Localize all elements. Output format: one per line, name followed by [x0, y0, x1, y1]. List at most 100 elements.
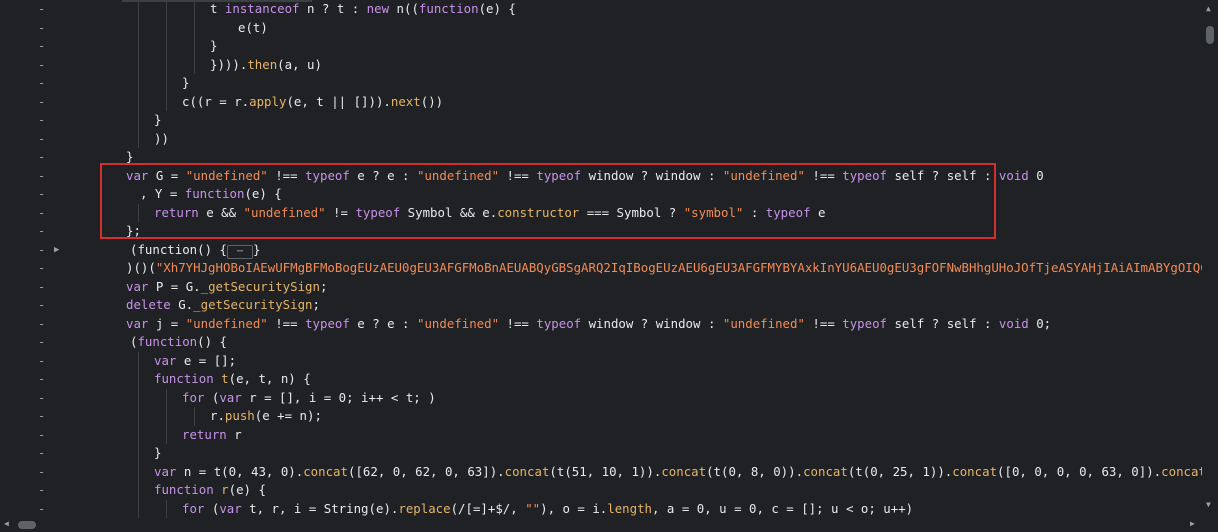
- code-token: instanceof: [224, 1, 300, 16]
- gutter-line: -: [0, 426, 62, 445]
- code-token: e(t): [238, 19, 268, 35]
- gutter-line: - ▶: [0, 241, 62, 260]
- code-token: ([62, 0, 62, 0, 63]).: [347, 463, 505, 479]
- gutter-line: -: [0, 296, 62, 315]
- gutter-line: -: [0, 74, 62, 93]
- line-marker: -: [38, 57, 46, 72]
- code-token: !==: [804, 315, 843, 331]
- gutter-line: -: [0, 167, 62, 186]
- indent-guide: [138, 425, 139, 444]
- indent-guide: [138, 129, 139, 148]
- gutter-line: -: [0, 19, 62, 38]
- horizontal-scroll-thumb[interactable]: [18, 521, 36, 529]
- indent-guide: [138, 499, 139, 518]
- code-line: (function() {: [130, 333, 227, 352]
- indent-guide: [166, 74, 167, 93]
- code-token: ), o = i.: [540, 500, 608, 516]
- code-token: (e) {: [478, 1, 516, 16]
- code-line: var n = t(0, 43, 0).concat([62, 0, 62, 0…: [154, 463, 1205, 482]
- code-token: )): [154, 130, 169, 146]
- code-token: (/[=]+$/,: [450, 500, 526, 516]
- code-token: function: [418, 1, 479, 16]
- code-line: function t(e, t, n) {: [154, 370, 311, 389]
- code-token: window ? window :: [581, 315, 723, 331]
- code-token: var: [126, 315, 149, 331]
- scroll-corner: [1204, 518, 1218, 532]
- collapsed-fold-badge[interactable]: ⋯: [226, 244, 254, 259]
- gutter-line: -: [0, 222, 62, 241]
- code-token: delete: [126, 297, 171, 312]
- gutter-line: -: [0, 148, 62, 167]
- code-token: return: [182, 426, 227, 442]
- code-token: var: [219, 500, 242, 516]
- line-marker: -: [38, 409, 46, 423]
- code-token: c((r = r.: [182, 93, 250, 109]
- gutter-line: -: [0, 37, 62, 56]
- line-marker: -: [38, 242, 46, 257]
- scroll-down-icon[interactable]: ▼: [1206, 500, 1211, 509]
- code-token: (t(0, 25, 1)).: [847, 463, 953, 479]
- line-marker: -: [38, 20, 46, 35]
- code-token: then: [247, 56, 278, 72]
- indent-guide: [166, 37, 167, 56]
- line-marker: -: [38, 279, 46, 294]
- code-token: var: [126, 278, 149, 294]
- code-token: concat: [803, 463, 848, 479]
- code-token: }: [182, 75, 190, 90]
- code-token: n = t(0, 43, 0).: [176, 463, 304, 479]
- code-line: )()("Xh7YHJgHOBoIAEwUFMgBFMoBogEUzAEU0gE…: [126, 259, 1205, 278]
- scroll-left-icon[interactable]: ◀: [4, 519, 9, 528]
- code-token: (e, t || [])).: [286, 93, 391, 109]
- code-token: }: [154, 112, 162, 127]
- gutter-line: -: [0, 204, 62, 223]
- code-line: return r: [182, 426, 242, 445]
- code-token: (e, t, n) {: [228, 371, 311, 386]
- code-token: !==: [499, 315, 537, 331]
- indent-guide: [138, 92, 139, 111]
- indent-guide: [166, 388, 167, 407]
- code-token: t: [221, 371, 229, 386]
- indent-guide: [194, 18, 195, 37]
- line-marker: -: [38, 446, 46, 460]
- line-marker: -: [38, 261, 46, 275]
- gutter-line: -: [0, 463, 62, 482]
- vertical-scrollbar[interactable]: ▲ ▼: [1202, 0, 1218, 518]
- line-marker: -: [38, 94, 46, 109]
- code-token: (e) {: [228, 482, 266, 497]
- gutter-line: -: [0, 130, 62, 149]
- code-line: var P = G._getSecuritySign;: [126, 278, 327, 297]
- code-token: "undefined": [722, 315, 805, 331]
- code-token: next: [390, 93, 421, 109]
- code-token: ;: [319, 278, 328, 294]
- code-line: }: [154, 444, 161, 463]
- scroll-up-icon[interactable]: ▲: [1206, 4, 1211, 13]
- code-line: c((r = r.apply(e, t || [])).next()): [182, 93, 443, 112]
- indent-guide: [138, 18, 139, 37]
- code-token: (: [204, 500, 220, 516]
- scroll-right-icon[interactable]: ▶: [1190, 519, 1195, 528]
- line-marker: -: [38, 464, 46, 479]
- vertical-scroll-thumb[interactable]: [1206, 26, 1214, 44]
- code-token: n ? t :: [299, 1, 367, 16]
- indent-guide: [138, 370, 139, 389]
- code-token: }: [253, 241, 261, 257]
- gutter-line: -: [0, 333, 62, 352]
- code-token: 0: [1028, 167, 1044, 183]
- indent-guide: [166, 499, 167, 518]
- expand-arrow-icon[interactable]: ▶: [54, 241, 59, 260]
- code-line: t instanceof n ? t : new n((function(e) …: [210, 0, 516, 19]
- line-marker: -: [38, 316, 46, 331]
- line-marker: -: [38, 113, 46, 127]
- code-token: r.: [210, 408, 225, 423]
- code-token: concat: [504, 463, 550, 479]
- indent-guide: [138, 37, 139, 56]
- code-token: var: [219, 389, 242, 405]
- code-token: replace: [398, 500, 451, 516]
- code-token: function: [154, 482, 214, 497]
- line-marker: -: [38, 483, 46, 497]
- horizontal-scrollbar[interactable]: ◀ ▶: [0, 518, 1218, 532]
- code-viewport[interactable]: t instanceof n ? t : new n((function(e) …: [70, 0, 1205, 518]
- indent-guide: [166, 92, 167, 111]
- indent-guide: [138, 111, 139, 130]
- code-token: void: [998, 167, 1029, 183]
